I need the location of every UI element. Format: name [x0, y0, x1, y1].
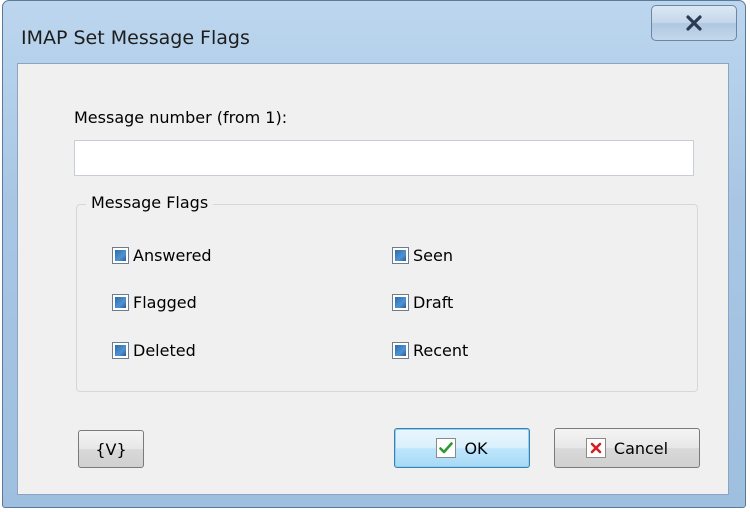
message-number-input[interactable]	[74, 140, 694, 176]
dialog-client-area: Message number (from 1): Message Flags A…	[17, 63, 729, 495]
cancel-button[interactable]: Cancel	[554, 428, 700, 468]
deleted-label: Deleted	[133, 341, 196, 360]
checkbox-box[interactable]	[392, 294, 409, 311]
x-icon	[585, 438, 606, 458]
seen-label: Seen	[413, 246, 453, 265]
recent-label: Recent	[413, 341, 469, 360]
variables-button[interactable]: {V}	[78, 430, 144, 468]
window-title: IMAP Set Message Flags	[21, 27, 250, 49]
flagged-checkbox[interactable]: Flagged	[112, 293, 197, 312]
recent-checkbox[interactable]: Recent	[392, 341, 468, 360]
draft-checkbox[interactable]: Draft	[392, 293, 453, 312]
flagged-label: Flagged	[133, 293, 197, 312]
close-icon	[686, 15, 702, 31]
checkbox-box[interactable]	[112, 294, 129, 311]
checkmark-icon	[436, 438, 457, 458]
draft-label: Draft	[413, 293, 454, 312]
checkbox-box[interactable]	[392, 342, 409, 359]
seen-checkbox[interactable]: Seen	[392, 246, 453, 265]
checkbox-box[interactable]	[392, 247, 409, 264]
answered-label: Answered	[133, 246, 212, 265]
dialog-window: IMAP Set Message Flags Message number (f…	[2, 0, 746, 508]
ok-button[interactable]: OK	[394, 428, 530, 468]
variables-button-label: {V}	[95, 439, 127, 459]
message-flags-caption: Message Flags	[86, 193, 214, 212]
answered-checkbox[interactable]: Answered	[112, 246, 212, 265]
ok-button-label: OK	[464, 438, 488, 458]
checkbox-box[interactable]	[112, 342, 129, 359]
deleted-checkbox[interactable]: Deleted	[112, 341, 196, 360]
cancel-button-label: Cancel	[613, 438, 669, 458]
message-number-label: Message number (from 1):	[74, 108, 288, 127]
close-button[interactable]	[651, 5, 737, 41]
checkbox-box[interactable]	[112, 247, 129, 264]
